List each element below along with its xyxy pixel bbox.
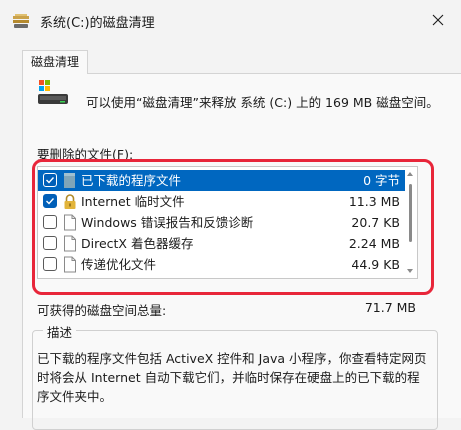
- checkbox[interactable]: [43, 236, 57, 250]
- scroll-thumb[interactable]: [409, 184, 412, 242]
- total-space-label: 可获得的磁盘空间总量:: [37, 303, 167, 318]
- description-legend: 描述: [43, 322, 77, 341]
- list-item-size: 2.24 MB: [348, 236, 400, 251]
- description-text: 已下载的程序文件包括 ActiveX 控件和 Java 小程序，你查看特定网页时…: [37, 351, 427, 404]
- file-icon: [63, 214, 77, 231]
- file-icon: [63, 235, 77, 252]
- list-item-size: 44.9 KB: [351, 257, 400, 272]
- checkbox[interactable]: [43, 215, 57, 229]
- close-icon: [432, 11, 444, 30]
- checkbox[interactable]: [43, 194, 57, 208]
- drive-icon: [36, 78, 70, 110]
- scroll-up-icon[interactable]: [407, 172, 413, 176]
- list-item-name: DirectX 着色器缓存: [81, 236, 194, 251]
- list-item[interactable]: 传递优化文件 44.9 KB: [38, 254, 406, 275]
- disk-cleanup-window: 系统(C:)的磁盘清理 磁盘清理 可以使用“磁盘清理”来释放 系统 (C:) 上…: [0, 0, 461, 430]
- checkbox[interactable]: [43, 257, 57, 271]
- title-bar: 系统(C:)的磁盘清理: [0, 0, 461, 44]
- list-item-name: Windows 错误报告和反馈诊断: [81, 215, 254, 230]
- files-to-delete-label: 要删除的文件(F):: [37, 147, 134, 162]
- list-item-name: 传递优化文件: [81, 257, 157, 272]
- list-item-size: 11.3 MB: [348, 194, 400, 209]
- list-item[interactable]: DirectX 着色器缓存 2.24 MB: [38, 233, 406, 254]
- close-button[interactable]: [415, 0, 461, 40]
- folder-icon: [63, 172, 77, 189]
- list-item[interactable]: 已下载的程序文件 0 字节: [38, 170, 406, 191]
- intro-text: 可以使用“磁盘清理”来释放 系统 (C:) 上的 169 MB 磁盘空间。: [86, 95, 439, 110]
- list-item[interactable]: Internet 临时文件 11.3 MB: [38, 191, 406, 212]
- tab-disk-cleanup[interactable]: 磁盘清理: [22, 50, 89, 74]
- list-item-name: Internet 临时文件: [81, 194, 185, 209]
- total-space-value: 71.7 MB: [364, 300, 416, 315]
- list-item-name: 已下载的程序文件: [81, 173, 182, 188]
- vertical-scrollbar[interactable]: [405, 168, 416, 277]
- file-icon: [63, 256, 77, 273]
- scroll-down-icon[interactable]: [407, 269, 413, 273]
- window-title: 系统(C:)的磁盘清理: [40, 16, 155, 31]
- lock-icon: [63, 193, 77, 210]
- files-list[interactable]: 已下载的程序文件 0 字节 Internet 临时文件 11.3 MB Wind…: [37, 166, 418, 279]
- list-item[interactable]: Windows 错误报告和反馈诊断 20.7 KB: [38, 212, 406, 233]
- disk-cleanup-icon: [12, 13, 30, 29]
- list-item-size: 0 字节: [363, 173, 400, 188]
- checkbox[interactable]: [43, 173, 57, 187]
- list-item-size: 20.7 KB: [351, 215, 400, 230]
